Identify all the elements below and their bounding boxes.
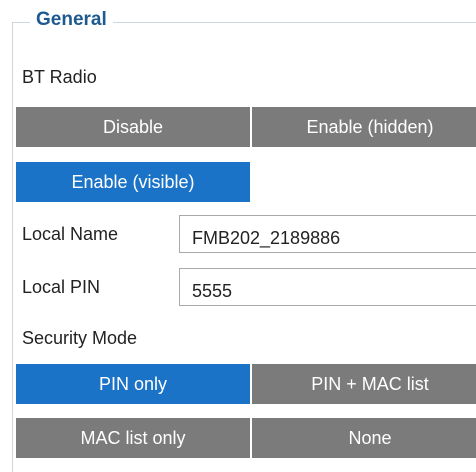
general-legend: General [30, 8, 113, 32]
bt-radio-enable-visible-button[interactable]: Enable (visible) [14, 160, 252, 204]
security-pin-mac-list-button[interactable]: PIN + MAC list [250, 362, 476, 406]
local-pin-row: Local PIN [14, 267, 476, 307]
security-none-button[interactable]: None [250, 416, 476, 460]
local-name-input[interactable] [179, 215, 476, 253]
security-mode-label: Security Mode [22, 328, 138, 348]
local-name-label: Local Name [22, 224, 119, 244]
local-pin-input[interactable] [179, 268, 476, 306]
local-pin-label: Local PIN [22, 277, 101, 297]
security-mac-list-only-button[interactable]: MAC list only [14, 416, 252, 460]
bt-radio-enable-hidden-button[interactable]: Enable (hidden) [250, 105, 476, 149]
security-pin-only-button[interactable]: PIN only [14, 362, 252, 406]
bt-radio-disable-button[interactable]: Disable [14, 105, 252, 149]
bt-radio-label: BT Radio [22, 67, 97, 87]
local-name-row: Local Name [14, 214, 476, 254]
